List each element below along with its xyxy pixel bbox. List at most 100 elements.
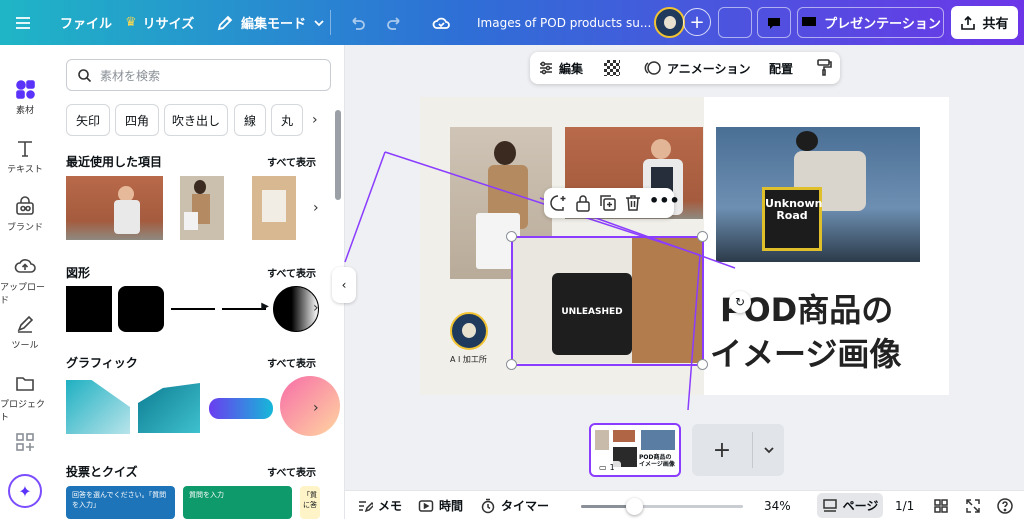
animation-button[interactable]: アニメーション xyxy=(644,60,751,77)
chevron-right-icon[interactable]: › xyxy=(312,112,318,128)
see-all-recent[interactable]: すべて表示 xyxy=(267,154,316,169)
chevron-right-icon[interactable]: › xyxy=(313,400,319,416)
shape-line[interactable] xyxy=(171,308,215,310)
present-button[interactable]: プレゼンテーション xyxy=(797,7,944,38)
plus-icon: + xyxy=(689,11,705,33)
design-page[interactable]: Unknown Road UNLEASHED A I 加工所 POD商品の イメ… xyxy=(420,97,949,395)
quiz-card[interactable]: 質問を入力 xyxy=(183,486,292,519)
zoom-slider-thumb[interactable] xyxy=(626,498,643,515)
edit-image-button[interactable]: 編集 xyxy=(538,60,583,77)
rail-item-tools[interactable]: ツール xyxy=(0,313,50,351)
undo-button[interactable] xyxy=(348,0,366,45)
photo-man-bag[interactable]: Unknown Road xyxy=(716,127,920,262)
resize-handle[interactable] xyxy=(697,231,708,242)
graphic-wave[interactable] xyxy=(66,380,130,434)
search-icon xyxy=(78,68,92,82)
avatar[interactable] xyxy=(654,7,685,38)
rail-item-upload[interactable]: アップロード xyxy=(0,255,50,306)
graphic-gradient-circle[interactable] xyxy=(280,376,340,436)
zoom-slider[interactable] xyxy=(581,498,743,515)
arrange-button[interactable]: 配置 xyxy=(769,60,793,77)
chevron-right-icon[interactable]: › xyxy=(313,200,319,216)
shape-square[interactable] xyxy=(66,286,112,332)
rail-item-projects[interactable]: プロジェクト xyxy=(0,372,50,423)
figure-head xyxy=(796,131,818,151)
redo-button[interactable] xyxy=(386,0,404,45)
chip-arrow[interactable]: 矢印 xyxy=(66,104,110,136)
resize-handle[interactable] xyxy=(697,359,708,370)
logo-seal-face xyxy=(462,323,476,338)
comment-button[interactable] xyxy=(757,7,791,38)
divider xyxy=(330,10,331,35)
transparency-icon[interactable] xyxy=(604,60,620,76)
pencil-icon xyxy=(217,15,233,30)
delete-button[interactable] xyxy=(623,193,643,217)
elements-icon xyxy=(16,80,35,99)
panel-scrollbar[interactable] xyxy=(335,110,341,200)
resize-handle[interactable] xyxy=(506,231,517,242)
photo-pillow[interactable]: UNLEASHED xyxy=(512,237,703,363)
magic-assistant-button[interactable]: ✦ xyxy=(8,474,42,508)
resize-handle[interactable] xyxy=(506,359,517,370)
rail-item-apps[interactable] xyxy=(0,431,50,456)
bottom-bar: メモ 時間 タイマー 34% ページ 1/1 xyxy=(345,490,1024,519)
recent-item[interactable] xyxy=(180,176,224,240)
fullscreen-button[interactable] xyxy=(965,491,981,520)
chip-circle[interactable]: 丸 xyxy=(271,104,303,136)
chip-label: 矢印 xyxy=(75,113,100,128)
comment-add-button[interactable] xyxy=(548,193,568,217)
timer-button[interactable]: タイマー xyxy=(480,491,549,520)
recent-heading: 最近使用した項目 xyxy=(66,155,163,169)
cloud-save-button[interactable] xyxy=(431,0,451,45)
add-page-options-button[interactable] xyxy=(753,424,784,476)
thumb-photo xyxy=(595,430,609,450)
grid-view-button[interactable] xyxy=(933,491,949,520)
menu-icon[interactable] xyxy=(14,0,32,45)
page-view-button[interactable]: ページ xyxy=(817,493,883,518)
chip-label: 丸 xyxy=(280,113,293,128)
share-button[interactable]: 共有 xyxy=(951,6,1018,39)
see-all-quiz[interactable]: すべて表示 xyxy=(267,464,316,479)
recent-item[interactable] xyxy=(66,176,163,240)
quiz-card[interactable]: 回答を選んでください。「質問を入力」 xyxy=(66,486,175,519)
see-all-graphics[interactable]: すべて表示 xyxy=(267,355,316,370)
quiz-card[interactable]: 「質に答 xyxy=(300,486,320,519)
shape-rounded-square[interactable] xyxy=(118,286,164,332)
graphic-blob[interactable] xyxy=(138,383,200,433)
file-menu[interactable]: ファイル xyxy=(60,0,112,45)
chevron-right-icon[interactable]: › xyxy=(313,300,319,316)
rail-item-brand[interactable]: ブランド xyxy=(0,195,50,233)
collapse-panel-button[interactable]: ‹ xyxy=(332,267,356,303)
search-input[interactable]: 素材を検索 xyxy=(66,59,331,91)
chip-line[interactable]: 線 xyxy=(234,104,266,136)
heading-line2[interactable]: イメージ画像 xyxy=(710,329,901,375)
notes-button[interactable]: メモ xyxy=(357,491,402,520)
shape-arrow[interactable]: ▶ xyxy=(222,301,269,312)
chip-label: 四角 xyxy=(124,113,149,128)
rotate-handle[interactable]: ↻ xyxy=(729,291,751,313)
insights-button[interactable] xyxy=(718,7,752,38)
page-thumbnail[interactable]: POD商品の イメージ画像 ▭ 1 xyxy=(589,423,681,477)
rail-item-text[interactable]: テキスト xyxy=(0,137,50,175)
chip-speech-bubble[interactable]: 吹き出し xyxy=(164,104,228,136)
help-button[interactable] xyxy=(996,491,1014,520)
graphic-gradient-bar[interactable] xyxy=(209,398,273,419)
more-icon[interactable]: ••• xyxy=(649,191,680,210)
see-all-shapes[interactable]: すべて表示 xyxy=(267,265,316,280)
logo-seal[interactable] xyxy=(450,312,488,350)
add-collaborator-button[interactable]: + xyxy=(683,8,711,36)
lock-button[interactable] xyxy=(573,193,593,217)
duplicate-button[interactable] xyxy=(598,193,618,217)
rail-item-elements[interactable]: 素材 xyxy=(0,78,50,116)
timing-button[interactable]: 時間 xyxy=(418,491,463,520)
edit-mode-button[interactable]: 編集モード xyxy=(216,0,325,45)
recent-item[interactable] xyxy=(252,176,296,240)
add-page-button[interactable]: + xyxy=(692,424,752,476)
play-icon xyxy=(418,499,434,512)
chip-square[interactable]: 四角 xyxy=(115,104,159,136)
copy-style-button[interactable] xyxy=(816,58,832,79)
plus-icon: + xyxy=(712,437,732,463)
document-title[interactable]: Images of POD products su... xyxy=(477,0,651,45)
zoom-level[interactable]: 34% xyxy=(764,491,791,520)
resize-button[interactable]: ♛ リサイズ xyxy=(125,0,194,45)
